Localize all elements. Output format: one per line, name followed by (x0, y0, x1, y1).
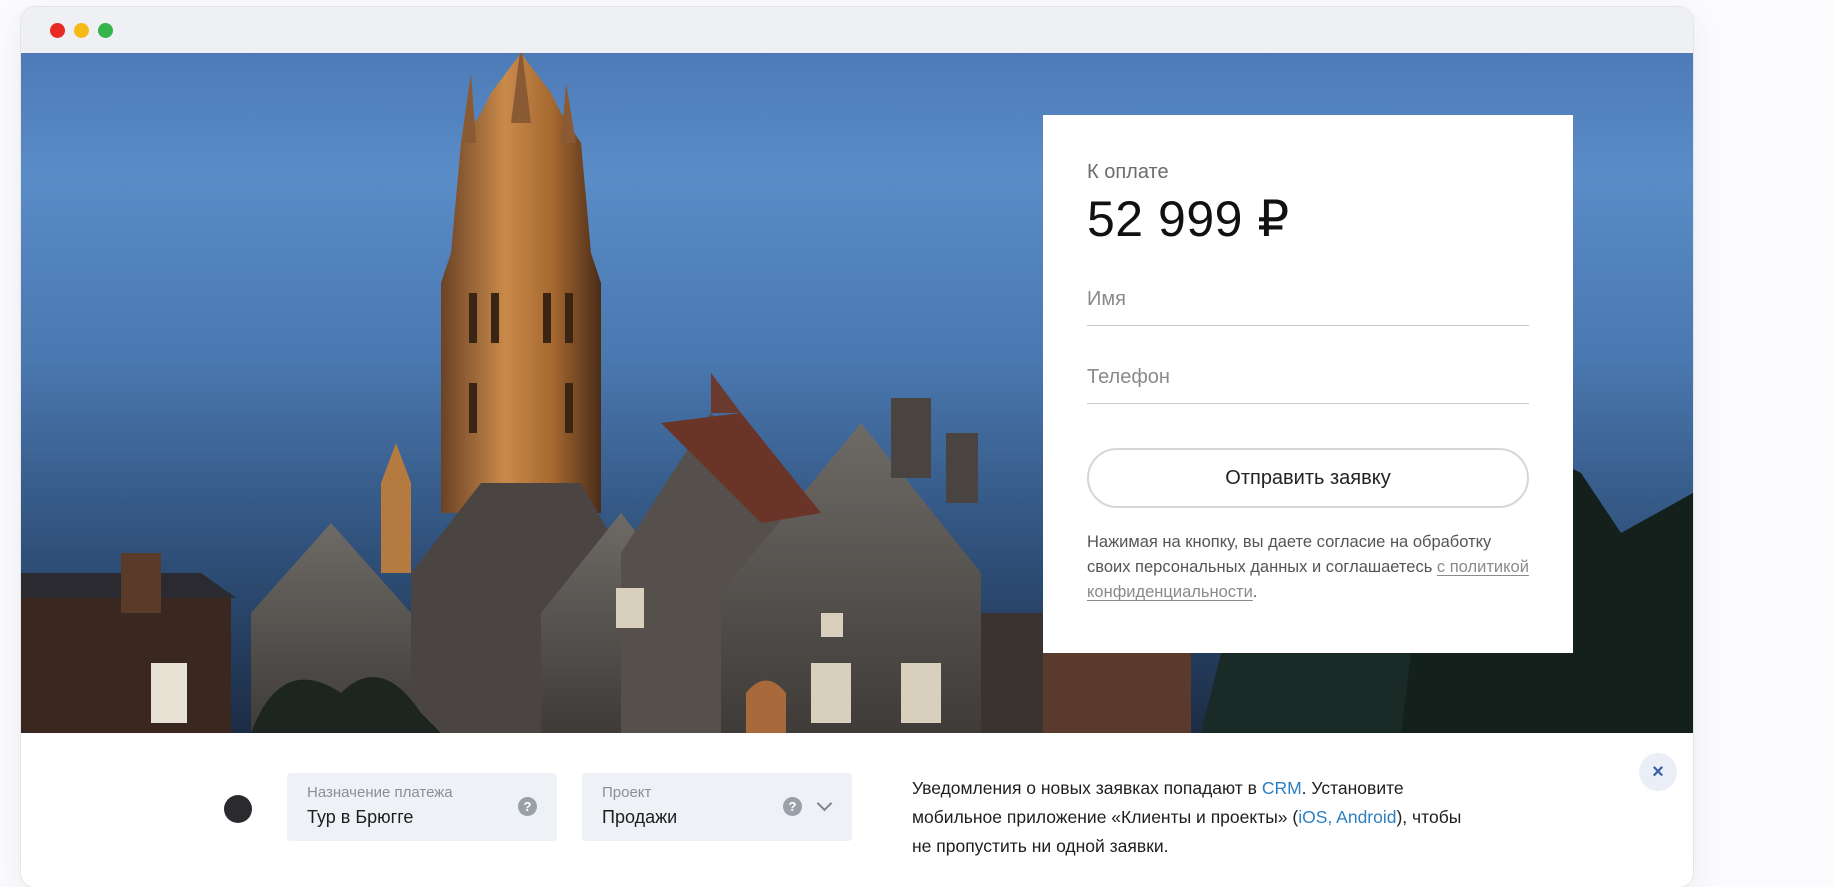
mobile-apps-link[interactable]: iOS, Android (1298, 807, 1396, 827)
name-input[interactable] (1087, 288, 1529, 326)
payment-purpose-field[interactable]: Назначение платежа Тур в Брюгге ? (287, 773, 557, 841)
crm-notice: Уведомления о новых заявках попадают в C… (912, 774, 1472, 861)
notice-text-1: Уведомления о новых заявках попадают в (912, 778, 1262, 798)
consent-text-end: . (1252, 583, 1258, 601)
project-select[interactable]: Проект Продажи ? (582, 773, 852, 841)
color-picker-dot[interactable] (224, 795, 252, 823)
minimize-window-icon[interactable] (74, 23, 89, 38)
question-icon[interactable]: ? (518, 797, 537, 816)
window-titlebar (21, 7, 1693, 54)
consent-text-body: Нажимая на кнопку, вы даете согласие на … (1087, 533, 1492, 576)
browser-window: К оплате 52 999 ₽ Отправить заявку Нажим… (21, 7, 1693, 887)
crm-link[interactable]: CRM (1262, 778, 1302, 798)
payment-purpose-value: Тур в Брюгге (307, 807, 414, 827)
submit-request-button[interactable]: Отправить заявку (1087, 448, 1529, 508)
payment-amount: 52 999 ₽ (1087, 191, 1290, 247)
payment-label: К оплате (1087, 161, 1169, 183)
hero-background-image: К оплате 52 999 ₽ Отправить заявку Нажим… (21, 53, 1693, 733)
consent-text: Нажимая на кнопку, вы даете согласие на … (1087, 530, 1529, 605)
maximize-window-icon[interactable] (98, 23, 113, 38)
settings-panel: Назначение платежа Тур в Брюгге ? Проект… (21, 733, 1693, 887)
phone-input[interactable] (1087, 366, 1529, 404)
close-window-icon[interactable] (50, 23, 65, 38)
payment-form-card: К оплате 52 999 ₽ Отправить заявку Нажим… (1043, 115, 1573, 653)
question-icon[interactable]: ? (783, 797, 802, 816)
close-button[interactable]: × (1639, 753, 1677, 791)
payment-purpose-caption: Назначение платежа (307, 784, 453, 801)
